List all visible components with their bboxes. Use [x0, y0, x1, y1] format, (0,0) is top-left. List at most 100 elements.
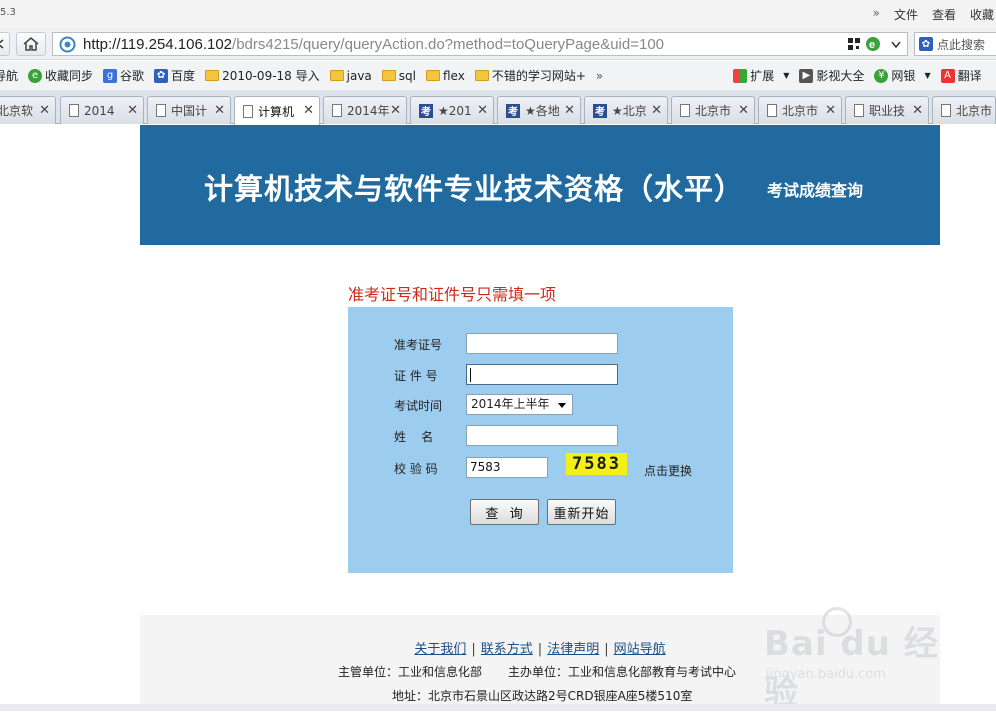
captcha-label: 校 验 码 [394, 462, 438, 476]
tab-7[interactable]: 考 ★北京 ✕ [584, 96, 668, 124]
qr-code-icon[interactable] [847, 37, 861, 51]
close-icon[interactable]: ✕ [303, 103, 314, 118]
name-input[interactable] [466, 425, 618, 446]
bookmark-bank[interactable]: ¥ 网银 ▼ [874, 67, 931, 84]
back-arrow-icon [0, 39, 4, 49]
bookmark-folder-import[interactable]: 2010-09-18 导入 [205, 67, 320, 84]
exam-time-label: 考试时间 [394, 399, 443, 413]
footer-link-sitemap[interactable]: 网站导航 [614, 642, 666, 657]
menu-overflow-icon[interactable]: » [873, 6, 880, 23]
page-banner: 计算机技术与软件专业技术资格（水平） 考试成绩查询 [140, 125, 940, 245]
refresh-captcha-link[interactable]: 点击更换 [644, 462, 692, 479]
close-icon[interactable]: ✕ [390, 103, 401, 118]
footer-link-legal[interactable]: 法律声明 [547, 642, 599, 657]
browser-menus: » 文件 查看 收藏 [873, 6, 994, 23]
bookmark-folder-study[interactable]: 不错的学习网站+ [474, 67, 586, 84]
banner-title: 计算机技术与软件专业技术资格（水平） [204, 172, 745, 206]
tab-11[interactable]: 北京市 [932, 96, 996, 124]
folder-icon [381, 70, 396, 81]
footer-link-contact[interactable]: 联系方式 [481, 642, 533, 657]
browser-titlebar: 5.3 » 文件 查看 收藏 [0, 0, 996, 28]
folder-icon [329, 70, 344, 81]
bookmark-google[interactable]: g 谷歌 [103, 67, 144, 84]
folder-icon [205, 70, 220, 81]
document-icon [332, 104, 342, 117]
menu-file[interactable]: 文件 [894, 6, 918, 23]
chevron-down-icon [558, 403, 566, 408]
footer-link-about[interactable]: 关于我们 [414, 642, 466, 657]
tab-10[interactable]: 职业技 ✕ [845, 96, 929, 124]
tab-1[interactable]: 2014 ✕ [60, 96, 144, 124]
document-icon [680, 104, 690, 117]
bookmark-folder-java[interactable]: java [329, 69, 372, 83]
bookmark-favorites-sync[interactable]: e 收藏同步 [28, 67, 93, 84]
query-button[interactable]: 查 询 [470, 499, 539, 525]
bookmark-nav[interactable]: 导航 [0, 67, 18, 84]
close-icon[interactable]: ✕ [214, 103, 225, 118]
footer-organizer: 主办单位：工业和信息化部教育与考试中心 [508, 665, 737, 679]
document-icon [156, 104, 166, 117]
ticket-number-input[interactable] [466, 333, 618, 354]
page-globe-icon [59, 36, 76, 53]
captcha-image[interactable]: 7583 [566, 453, 627, 475]
close-icon[interactable]: ✕ [564, 103, 575, 118]
tab-8[interactable]: 北京市 ✕ [671, 96, 755, 124]
address-dropdown-icon[interactable] [891, 41, 901, 48]
document-icon [767, 104, 777, 117]
bookmark-video[interactable]: ▶ 影视大全 [799, 67, 864, 84]
kao-logo-icon: 考 [593, 103, 607, 118]
close-icon[interactable]: ✕ [127, 103, 138, 118]
tab-4[interactable]: 2014年 ✕ [323, 96, 407, 124]
bookmark-folder-flex[interactable]: flex [425, 69, 465, 83]
query-form: 准考证号 证 件 号 考试时间 2014年上半年 姓 名 校 验 码 7583 … [348, 307, 733, 573]
bookmark-translate[interactable]: A 翻译 [940, 67, 982, 84]
close-icon[interactable]: ✕ [651, 103, 662, 118]
footer-address: 地址：北京市石景山区政达路2号CRD银座A座5楼510室 [392, 689, 693, 703]
bookmark-extensions[interactable]: 扩展 ▼ [733, 67, 789, 84]
ie-mode-icon[interactable]: e [865, 36, 881, 52]
back-button[interactable] [0, 32, 10, 56]
google-icon: g [103, 68, 118, 83]
menu-favorites[interactable]: 收藏 [970, 6, 994, 23]
tab-6[interactable]: 考 ★各地 ✕ [497, 96, 581, 124]
baidu-paw-icon: ✿ [154, 68, 169, 83]
ie-green-icon: e [28, 68, 43, 83]
tab-bar: 北京软 ✕ 2014 ✕ 中国计 ✕ 计算机 ✕ 2014年 ✕ 考 ★201 ✕ 考 ★各地 ✕… [0, 90, 996, 125]
watermark-url: jingyan.baidu.com [766, 667, 886, 682]
close-icon[interactable]: ✕ [825, 103, 836, 118]
tab-2[interactable]: 中国计 ✕ [147, 96, 231, 124]
form-notice: 准考证号和证件号只需填一项 [348, 285, 557, 304]
video-icon: ▶ [799, 68, 814, 83]
exam-time-select[interactable]: 2014年上半年 [466, 394, 573, 415]
bookmarks-overflow[interactable]: » [596, 69, 603, 83]
captcha-input[interactable]: 7583 [466, 457, 548, 478]
search-placeholder: 点此搜索 [937, 37, 986, 52]
tab-3-active[interactable]: 计算机 ✕ [234, 96, 320, 125]
chevron-down-icon: ▼ [783, 71, 790, 80]
search-box[interactable]: ✿ 点此搜索 [914, 32, 996, 56]
baidu-search-icon: ✿ [919, 37, 933, 51]
folder-icon [474, 70, 489, 81]
kao-logo-icon: 考 [506, 103, 520, 118]
tab-0[interactable]: 北京软 ✕ [0, 96, 56, 124]
bank-icon: ¥ [874, 68, 889, 83]
folder-icon [425, 70, 440, 81]
reset-button[interactable]: 重新开始 [547, 499, 616, 525]
close-icon[interactable]: ✕ [912, 103, 923, 118]
text-cursor [470, 367, 471, 382]
address-bar[interactable]: http://119.254.106.102/bdrs4215/query/qu… [52, 32, 908, 56]
tab-9[interactable]: 北京市 ✕ [758, 96, 842, 124]
document-icon [69, 104, 79, 117]
close-icon[interactable]: ✕ [39, 103, 50, 118]
close-icon[interactable]: ✕ [477, 103, 488, 118]
tab-5[interactable]: 考 ★201 ✕ [410, 96, 494, 124]
id-number-input[interactable] [466, 364, 618, 385]
home-button[interactable] [16, 32, 46, 56]
close-icon[interactable]: ✕ [738, 103, 749, 118]
bookmark-baidu[interactable]: ✿ 百度 [154, 67, 195, 84]
bookmark-folder-sql[interactable]: sql [381, 69, 416, 83]
name-label: 姓 名 [394, 430, 434, 444]
navigation-bar: http://119.254.106.102/bdrs4215/query/qu… [0, 28, 996, 60]
home-icon [23, 37, 39, 51]
menu-view[interactable]: 查看 [932, 6, 956, 23]
